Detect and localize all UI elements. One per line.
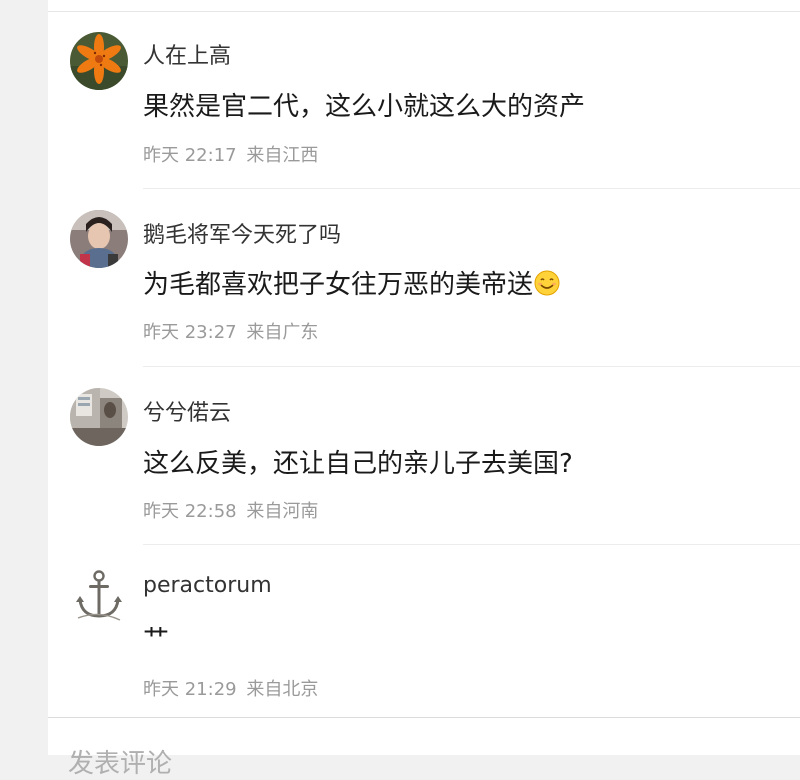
user-avatar[interactable] [70, 566, 128, 624]
orange-lily-avatar-icon [70, 32, 128, 90]
smile-emoji-icon [534, 270, 560, 303]
room-photo-avatar-icon [70, 388, 128, 446]
comment-location: 来自河南 [246, 501, 319, 522]
anchor-icon [70, 566, 128, 624]
comment-text: 果然是官二代，这么小就这么大的资产 [143, 92, 586, 122]
user-avatar[interactable] [70, 32, 128, 90]
username[interactable]: 人在上高 [143, 38, 231, 70]
comment-divider [143, 188, 800, 189]
footer-divider [48, 717, 800, 718]
comment-text: 艹 [143, 625, 170, 655]
user-avatar[interactable] [70, 388, 128, 446]
comment-text-body: 为毛都喜欢把子女往万恶的美帝送 [143, 270, 534, 300]
comment-divider [143, 366, 800, 367]
top-divider [48, 11, 800, 12]
comment-time: 昨天 22:58 [143, 501, 237, 522]
comment-text: 为毛都喜欢把子女往万恶的美帝送 [143, 264, 560, 303]
comment-time: 昨天 23:27 [143, 322, 237, 343]
username[interactable]: 鹅毛将军今天死了吗 [143, 217, 341, 249]
comment-text: 这么反美，还让自己的亲儿子去美国? [143, 449, 573, 479]
comment-time: 昨天 21:29 [143, 679, 237, 700]
comment-time: 昨天 22:17 [143, 145, 237, 166]
comment-location: 来自北京 [246, 679, 319, 700]
comment-location: 来自江西 [246, 145, 319, 166]
username[interactable]: peractorum [143, 573, 272, 598]
comment-location: 来自广东 [246, 322, 319, 343]
person-photo-avatar-icon [70, 210, 128, 268]
comment-meta: 昨天 23:27 来自广东 [143, 318, 322, 344]
username[interactable]: 兮兮偌云 [143, 395, 231, 427]
post-comment-button[interactable]: 发表评论 [68, 743, 172, 780]
user-avatar[interactable] [70, 210, 128, 268]
comment-meta: 昨天 22:17 来自江西 [143, 141, 322, 167]
comment-meta: 昨天 22:58 来自河南 [143, 497, 322, 523]
comment-divider [143, 544, 800, 545]
comment-meta: 昨天 21:29 来自北京 [143, 675, 322, 701]
